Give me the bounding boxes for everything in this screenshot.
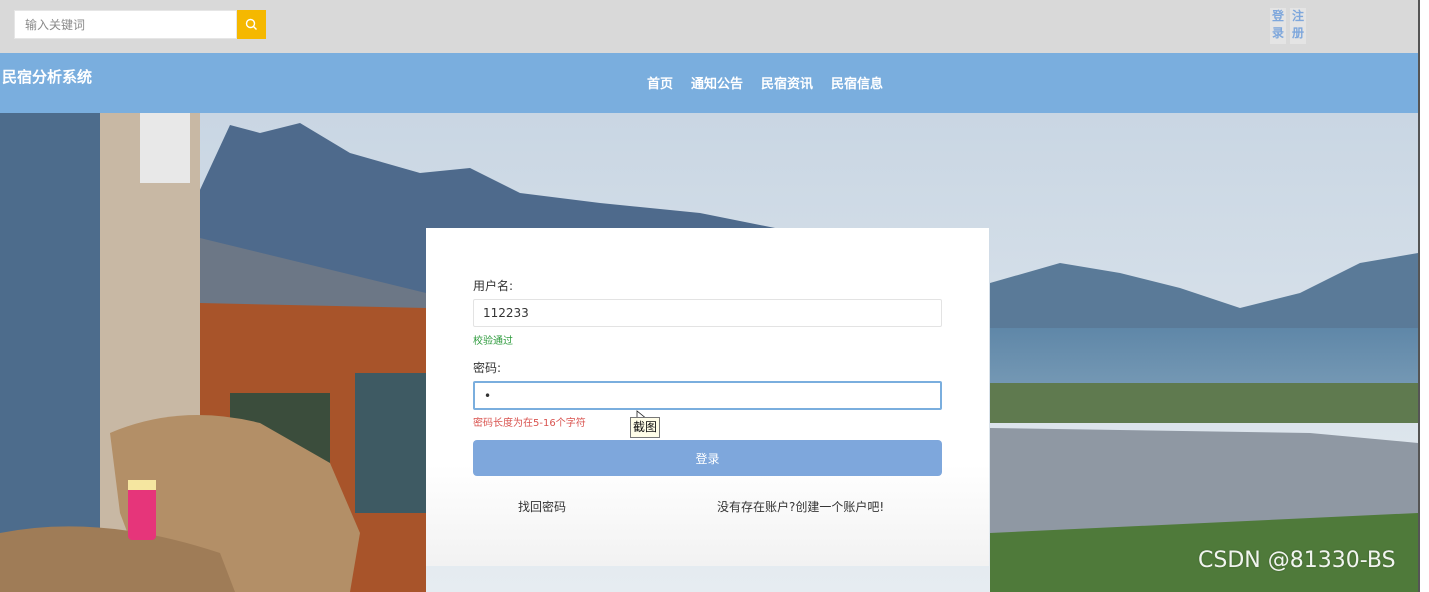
nav-item-homestays[interactable]: 民宿信息 (831, 73, 883, 92)
create-account-link[interactable]: 没有存在账户?创建一个账户吧! (717, 498, 884, 515)
username-hint: 校验通过 (473, 336, 513, 347)
site-title: 民宿分析系统 (2, 68, 93, 86)
register-link[interactable]: 注册 (1290, 8, 1306, 44)
login-link[interactable]: 登录 (1270, 8, 1286, 44)
nav-item-news[interactable]: 民宿资讯 (761, 73, 813, 92)
search-button[interactable] (237, 10, 266, 39)
nav-item-home[interactable]: 首页 (647, 73, 673, 92)
password-field[interactable] (473, 381, 942, 410)
login-card: 用户名: 校验通过 密码: 密码长度为在5-16个字符 登录 找回密码 没有存在… (426, 228, 989, 566)
login-button[interactable]: 登录 (473, 440, 942, 476)
nav-item-notices[interactable]: 通知公告 (691, 73, 743, 92)
watermark: CSDN @81330-BS (1198, 548, 1396, 573)
tooltip: 截图 (630, 417, 661, 438)
forgot-password-link[interactable]: 找回密码 (518, 498, 566, 515)
username-label: 用户名: (473, 279, 514, 293)
password-hint: 密码长度为在5-16个字符 (473, 418, 586, 429)
username-field[interactable] (473, 299, 942, 327)
password-label: 密码: (473, 361, 502, 375)
top-bar: 登录 注册 (0, 0, 1418, 53)
search-input[interactable] (14, 10, 237, 39)
nav-bar: 民宿分析系统 首页 通知公告 民宿资讯 民宿信息 (0, 53, 1418, 113)
window-edge (1418, 0, 1429, 592)
main-nav: 首页 通知公告 民宿资讯 民宿信息 (647, 73, 901, 92)
search-icon (245, 18, 257, 30)
